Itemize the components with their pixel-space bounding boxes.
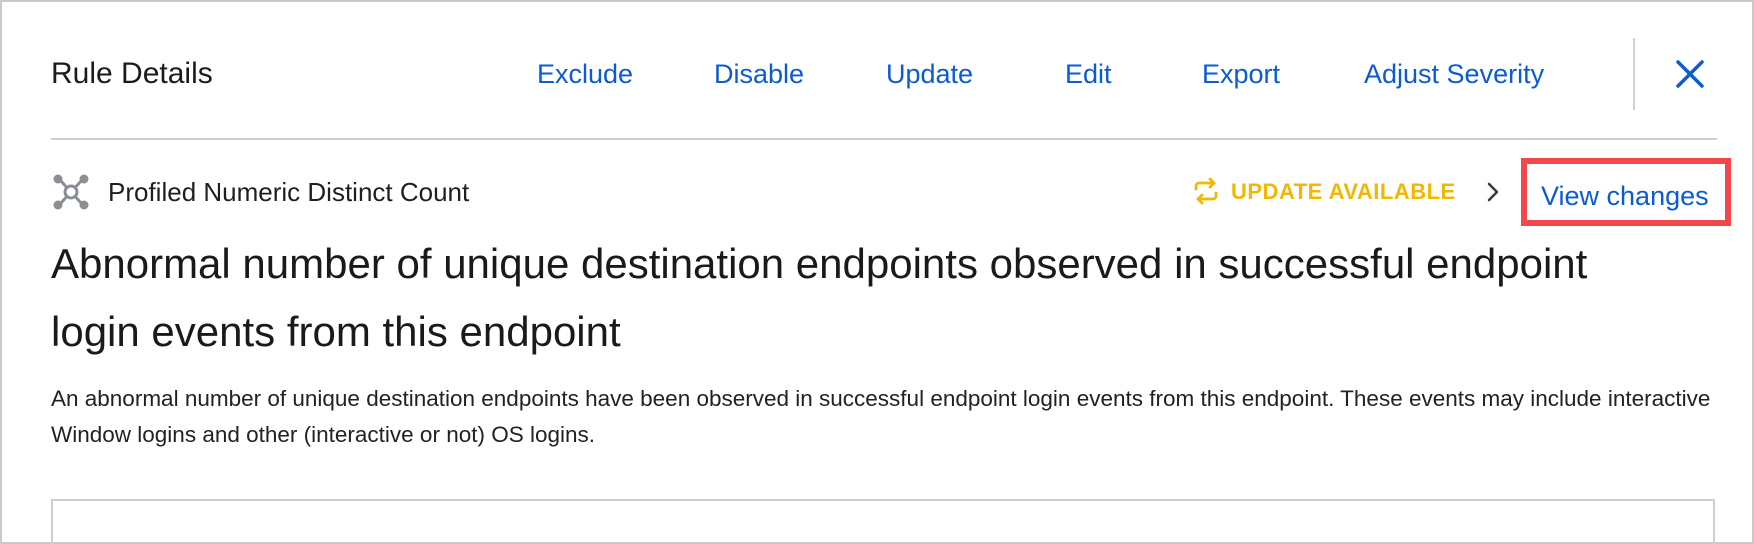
rule-details-panel: Rule Details Exclude Disable Update Edit… xyxy=(0,0,1754,544)
view-changes-link[interactable]: View changes xyxy=(1521,158,1731,226)
rule-description: An abnormal number of unique destination… xyxy=(51,386,1711,447)
edit-button[interactable]: Edit xyxy=(1065,56,1112,92)
disable-button[interactable]: Disable xyxy=(714,56,804,92)
close-icon xyxy=(1676,60,1704,88)
close-button[interactable] xyxy=(1672,56,1708,92)
header-vertical-divider xyxy=(1633,38,1635,110)
update-button[interactable]: Update xyxy=(886,56,973,92)
panel-header: Rule Details Exclude Disable Update Edit… xyxy=(2,2,1752,138)
refresh-icon xyxy=(1191,176,1221,206)
chevron-right-icon xyxy=(1483,178,1503,206)
view-changes-label: View changes xyxy=(1541,181,1709,211)
adjust-severity-button[interactable]: Adjust Severity xyxy=(1364,56,1544,92)
exclude-button[interactable]: Exclude xyxy=(537,56,633,92)
panel-title: Rule Details xyxy=(51,57,213,90)
network-nodes-icon xyxy=(51,172,91,212)
export-button[interactable]: Export xyxy=(1202,56,1280,92)
rule-type-row: Profiled Numeric Distinct Count UPDATE A… xyxy=(51,158,1731,226)
update-status-text: UPDATE AVAILABLE xyxy=(1231,179,1456,204)
rule-title: Abnormal number of unique destination en… xyxy=(51,240,1588,355)
rule-content-box xyxy=(51,499,1715,544)
header-divider xyxy=(51,138,1717,140)
rule-type-label: Profiled Numeric Distinct Count xyxy=(108,177,470,207)
